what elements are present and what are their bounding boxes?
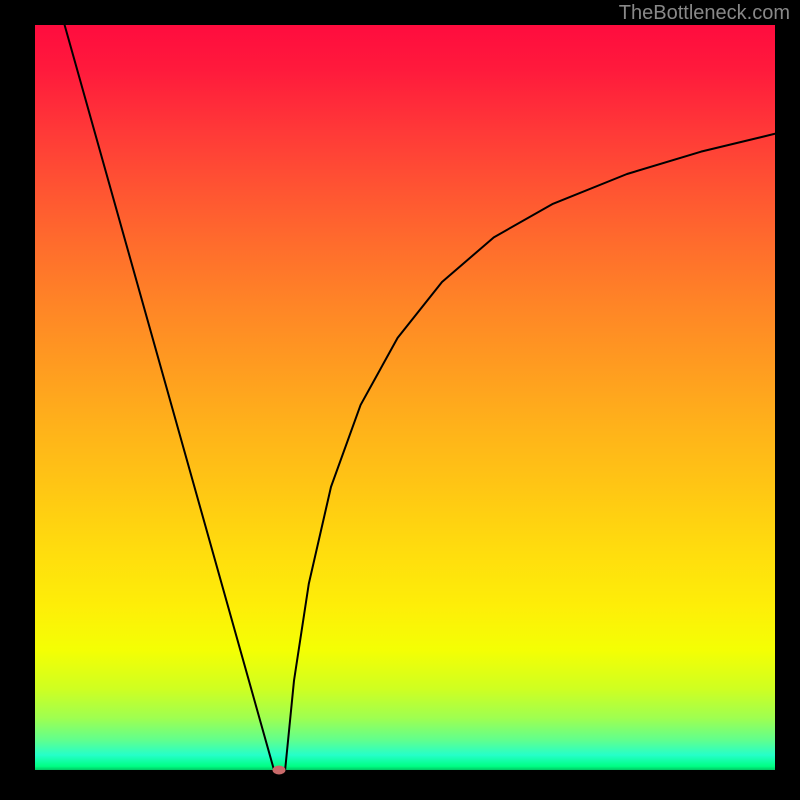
plot-background [35,25,775,770]
target-marker [273,766,286,775]
attribution-text: TheBottleneck.com [619,2,790,25]
bottleneck-curve [35,25,775,770]
